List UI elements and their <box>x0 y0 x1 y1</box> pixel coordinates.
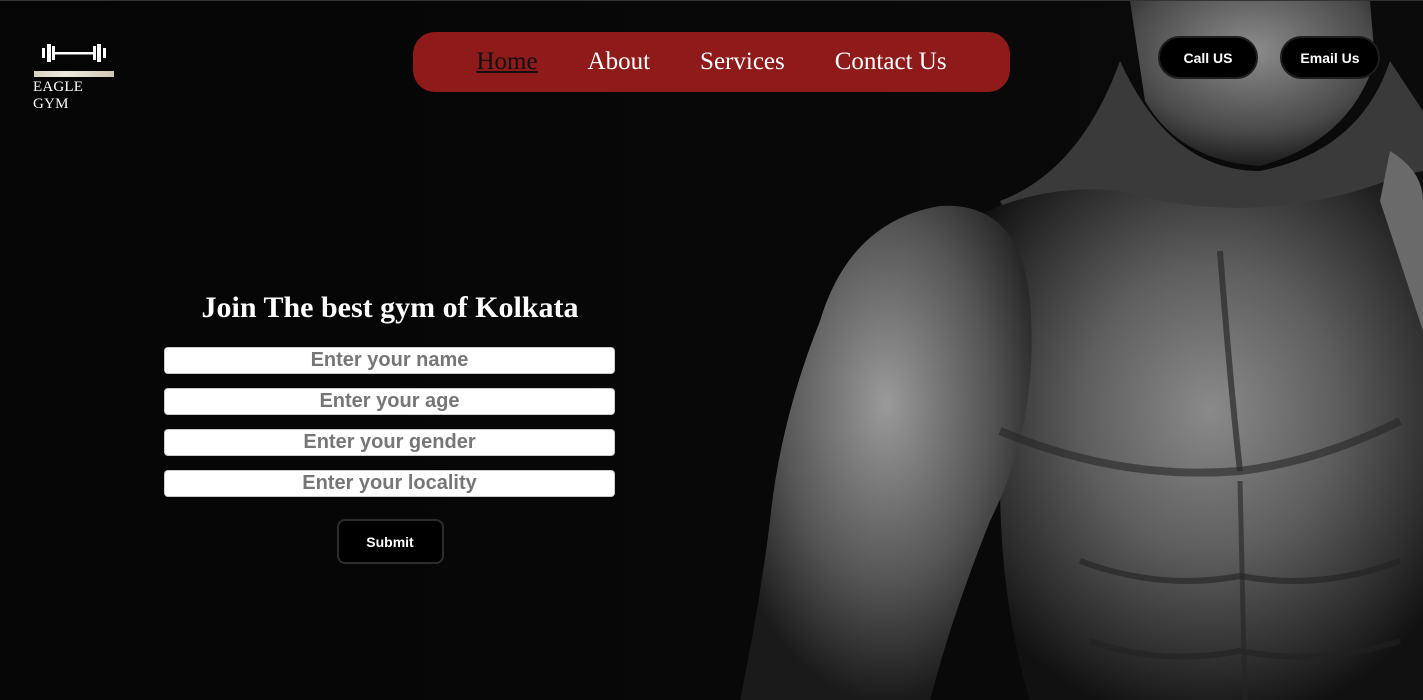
submit-button[interactable]: Submit <box>336 519 444 564</box>
logo-strip <box>34 71 114 77</box>
nav-link-about[interactable]: About <box>588 48 651 76</box>
form-title: Join The best gym of Kolkata <box>201 291 579 324</box>
nav-link-contact-us[interactable]: Contact Us <box>835 48 947 76</box>
age-input[interactable] <box>164 388 615 415</box>
gender-input[interactable] <box>164 429 615 456</box>
locality-input[interactable] <box>164 470 615 497</box>
dumbbell-icon <box>42 44 106 62</box>
nav-link-services[interactable]: Services <box>700 48 785 76</box>
brand-logo[interactable]: EAGLE GYM <box>30 41 122 113</box>
brand-name: EAGLE GYM <box>33 79 84 112</box>
call-us-button[interactable]: Call US <box>1158 36 1258 79</box>
join-form: Join The best gym of Kolkata Submit <box>164 291 616 564</box>
name-input[interactable] <box>164 347 615 374</box>
landing-page: EAGLE GYM Home About Services Contact Us… <box>0 0 1423 700</box>
hero-torso-image <box>740 1 1423 700</box>
main-nav: Home About Services Contact Us <box>413 32 1010 92</box>
nav-link-home[interactable]: Home <box>476 48 537 76</box>
email-us-button[interactable]: Email Us <box>1280 36 1380 79</box>
